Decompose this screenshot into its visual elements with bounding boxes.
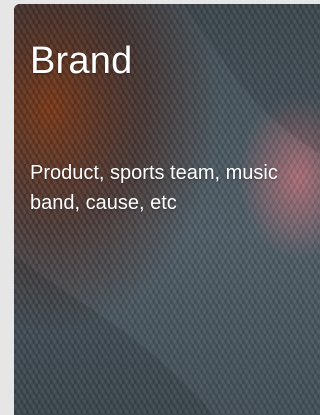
card-title: Brand [30, 40, 133, 82]
brand-card[interactable]: Brand Product, sports team, music band, … [14, 4, 320, 415]
card-description: Product, sports team, music band, cause,… [30, 162, 278, 214]
